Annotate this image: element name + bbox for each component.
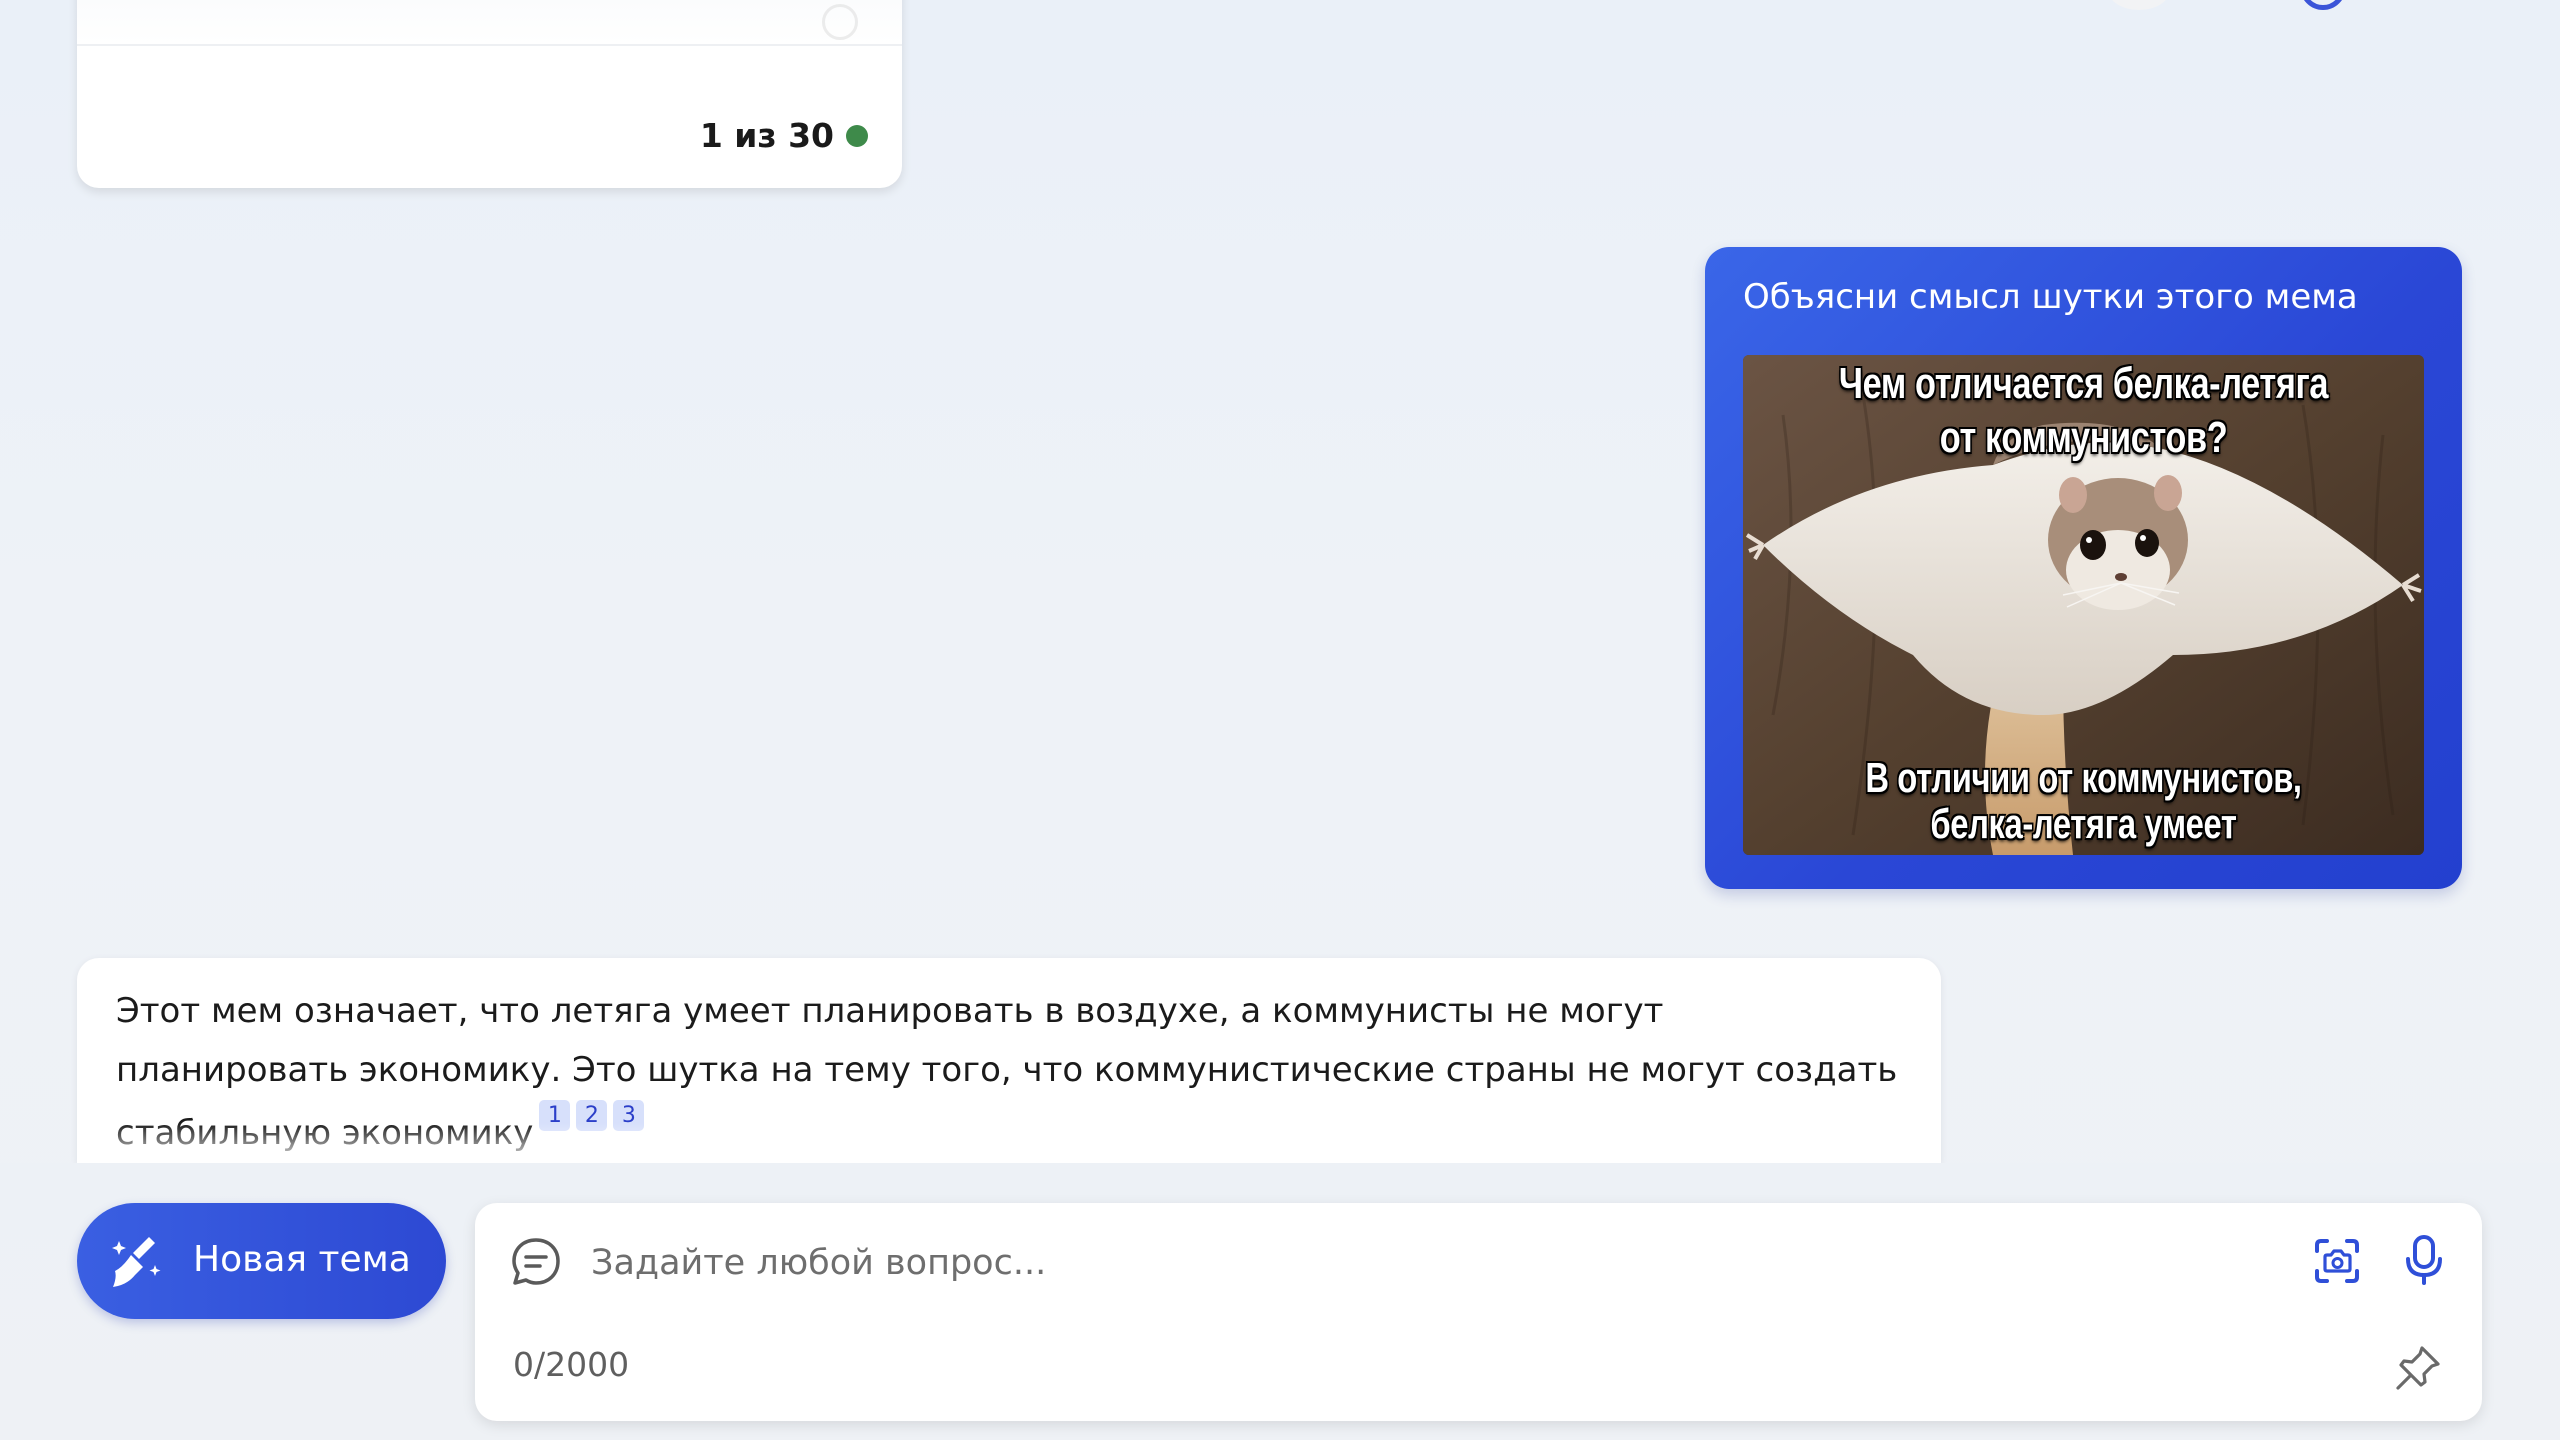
- turn-counter: 1 из 30: [700, 116, 868, 155]
- meme-bottom-caption: В отличии от коммунистов, белка-летяга у…: [1818, 754, 2349, 856]
- user-message-text: Объясни смысл шутки этого мема: [1743, 277, 2358, 317]
- new-topic-button[interactable]: Новая тема: [77, 1203, 446, 1319]
- chat-bubble-icon: [512, 1238, 560, 1285]
- header-button-ghost[interactable]: [2108, 0, 2170, 10]
- meme-bottom-caption-line1: В отличии от коммунистов, белка-летяга у…: [1865, 754, 2302, 847]
- chat-composer: 0/2000: [475, 1203, 2482, 1421]
- meme-bottom-caption-line2: планировать: [1818, 847, 2349, 856]
- question-input[interactable]: [591, 1237, 2151, 1289]
- visual-search-icon[interactable]: [2311, 1235, 2363, 1287]
- turn-counter-text: 1 из 30: [699, 116, 834, 155]
- new-topic-label: Новая тема: [193, 1239, 411, 1280]
- pin-icon[interactable]: [2393, 1343, 2443, 1393]
- microphone-icon[interactable]: [2400, 1233, 2448, 1287]
- meme-image[interactable]: Чем отличается белка-летяга от коммунист…: [1743, 355, 2424, 855]
- previous-response-card: 1 из 30: [77, 0, 902, 188]
- character-counter: 0/2000: [513, 1345, 630, 1384]
- meme-top-caption: Чем отличается белка-летяга от коммунист…: [1838, 359, 2329, 462]
- status-dot-icon: [846, 124, 868, 147]
- previous-response-faded-row: [77, 0, 902, 46]
- broom-icon: [112, 1237, 161, 1287]
- faded-icon: [822, 4, 858, 40]
- bot-response-fade: [77, 1123, 1941, 1163]
- bot-response-card: Этот мем означает, что летяга умеет план…: [77, 958, 1941, 1163]
- profile-avatar[interactable]: [2300, 0, 2346, 10]
- user-message-bubble: Объясни смысл шутки этого мема Чем отлич…: [1705, 247, 2462, 889]
